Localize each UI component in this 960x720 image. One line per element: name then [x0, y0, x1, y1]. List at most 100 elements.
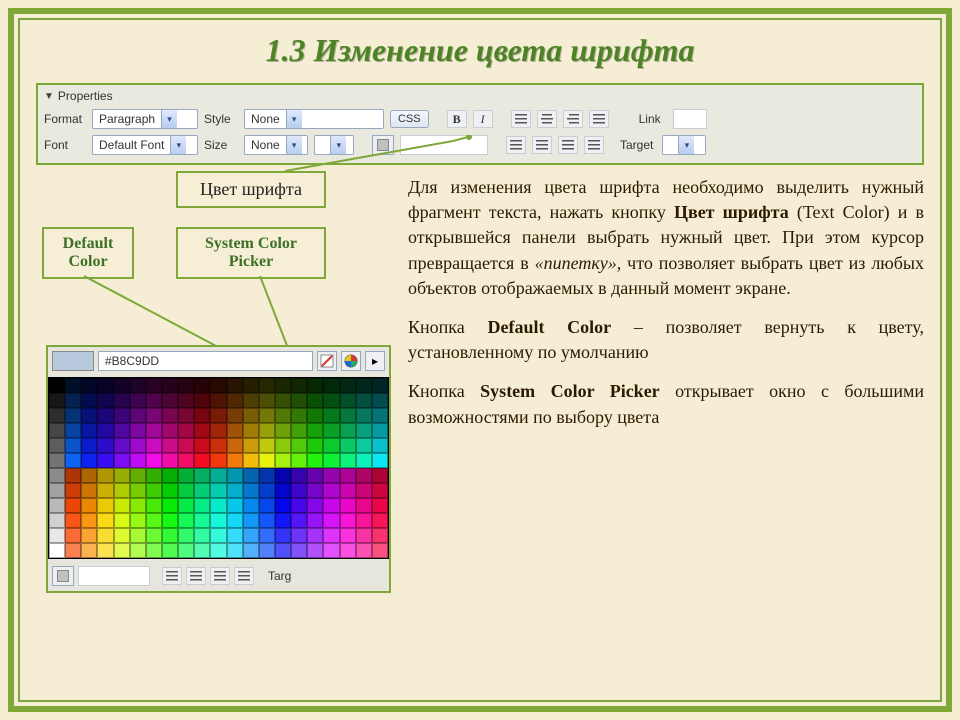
palette-cell[interactable]: [178, 378, 194, 393]
palette-cell[interactable]: [356, 483, 372, 498]
palette-cell[interactable]: [65, 498, 81, 513]
palette-cell[interactable]: [210, 468, 226, 483]
palette-cell[interactable]: [307, 408, 323, 423]
palette-cell[interactable]: [291, 423, 307, 438]
palette-cell[interactable]: [259, 453, 275, 468]
palette-cell[interactable]: [372, 438, 388, 453]
palette-cell[interactable]: [97, 468, 113, 483]
palette-cell[interactable]: [114, 513, 130, 528]
italic-button[interactable]: I: [473, 110, 493, 128]
palette-cell[interactable]: [356, 423, 372, 438]
palette-cell[interactable]: [291, 378, 307, 393]
palette-cell[interactable]: [178, 528, 194, 543]
text-color-button-2[interactable]: [52, 566, 74, 586]
palette-cell[interactable]: [130, 378, 146, 393]
palette-cell[interactable]: [146, 528, 162, 543]
palette-cell[interactable]: [65, 543, 81, 558]
palette-cell[interactable]: [210, 543, 226, 558]
palette-cell[interactable]: [97, 423, 113, 438]
palette-cell[interactable]: [259, 528, 275, 543]
palette-cell[interactable]: [114, 408, 130, 423]
palette-cell[interactable]: [291, 438, 307, 453]
palette-cell[interactable]: [130, 543, 146, 558]
palette-cell[interactable]: [275, 378, 291, 393]
palette-cell[interactable]: [259, 468, 275, 483]
palette-cell[interactable]: [49, 453, 65, 468]
target-combo[interactable]: ▾: [662, 135, 706, 155]
palette-cell[interactable]: [81, 393, 97, 408]
palette-cell[interactable]: [323, 498, 339, 513]
color-input[interactable]: [400, 135, 488, 155]
palette-cell[interactable]: [372, 423, 388, 438]
properties-header[interactable]: ▼ Properties: [40, 87, 920, 105]
palette-cell[interactable]: [307, 483, 323, 498]
palette-cell[interactable]: [146, 483, 162, 498]
palette-cell[interactable]: [97, 438, 113, 453]
palette-cell[interactable]: [291, 528, 307, 543]
palette-cell[interactable]: [275, 453, 291, 468]
palette-cell[interactable]: [178, 438, 194, 453]
palette-cell[interactable]: [243, 378, 259, 393]
palette-cell[interactable]: [194, 453, 210, 468]
palette-cell[interactable]: [210, 513, 226, 528]
palette-cell[interactable]: [49, 543, 65, 558]
palette-cell[interactable]: [356, 498, 372, 513]
palette-cell[interactable]: [372, 498, 388, 513]
palette-cell[interactable]: [178, 543, 194, 558]
palette-cell[interactable]: [259, 423, 275, 438]
palette-cell[interactable]: [210, 453, 226, 468]
palette-cell[interactable]: [97, 393, 113, 408]
palette-cell[interactable]: [259, 513, 275, 528]
palette-cell[interactable]: [340, 513, 356, 528]
palette-cell[interactable]: [130, 408, 146, 423]
palette-cell[interactable]: [372, 393, 388, 408]
palette-cell[interactable]: [162, 468, 178, 483]
palette-cell[interactable]: [114, 453, 130, 468]
palette-cell[interactable]: [323, 468, 339, 483]
palette-cell[interactable]: [275, 408, 291, 423]
link-input[interactable]: [673, 109, 707, 129]
palette-cell[interactable]: [114, 528, 130, 543]
palette-cell[interactable]: [81, 528, 97, 543]
palette-cell[interactable]: [194, 408, 210, 423]
palette-cell[interactable]: [291, 393, 307, 408]
palette-cell[interactable]: [356, 543, 372, 558]
palette-cell[interactable]: [227, 498, 243, 513]
palette-cell[interactable]: [97, 543, 113, 558]
palette-cell[interactable]: [162, 483, 178, 498]
palette-cell[interactable]: [162, 408, 178, 423]
palette-cell[interactable]: [372, 483, 388, 498]
ordered-list-button[interactable]: [532, 136, 552, 154]
palette-cell[interactable]: [243, 453, 259, 468]
palette-cell[interactable]: [81, 543, 97, 558]
palette-cell[interactable]: [114, 438, 130, 453]
palette-cell[interactable]: [356, 528, 372, 543]
palette-cell[interactable]: [49, 498, 65, 513]
palette-cell[interactable]: [340, 483, 356, 498]
palette-cell[interactable]: [259, 483, 275, 498]
palette-cell[interactable]: [65, 453, 81, 468]
palette-cell[interactable]: [178, 453, 194, 468]
palette-cell[interactable]: [97, 498, 113, 513]
palette-cell[interactable]: [323, 393, 339, 408]
palette-cell[interactable]: [307, 528, 323, 543]
palette-cell[interactable]: [307, 423, 323, 438]
palette-cell[interactable]: [130, 423, 146, 438]
palette-cell[interactable]: [162, 423, 178, 438]
palette-cell[interactable]: [81, 483, 97, 498]
palette-cell[interactable]: [210, 393, 226, 408]
palette-cell[interactable]: [356, 393, 372, 408]
palette-cell[interactable]: [356, 438, 372, 453]
palette-cell[interactable]: [275, 393, 291, 408]
palette-cell[interactable]: [243, 468, 259, 483]
palette-cell[interactable]: [243, 393, 259, 408]
palette-cell[interactable]: [130, 513, 146, 528]
palette-cell[interactable]: [65, 408, 81, 423]
palette-cell[interactable]: [194, 378, 210, 393]
palette-cell[interactable]: [227, 408, 243, 423]
palette-cell[interactable]: [340, 378, 356, 393]
palette-cell[interactable]: [340, 438, 356, 453]
palette-cell[interactable]: [49, 423, 65, 438]
palette-cell[interactable]: [356, 408, 372, 423]
palette-cell[interactable]: [146, 498, 162, 513]
